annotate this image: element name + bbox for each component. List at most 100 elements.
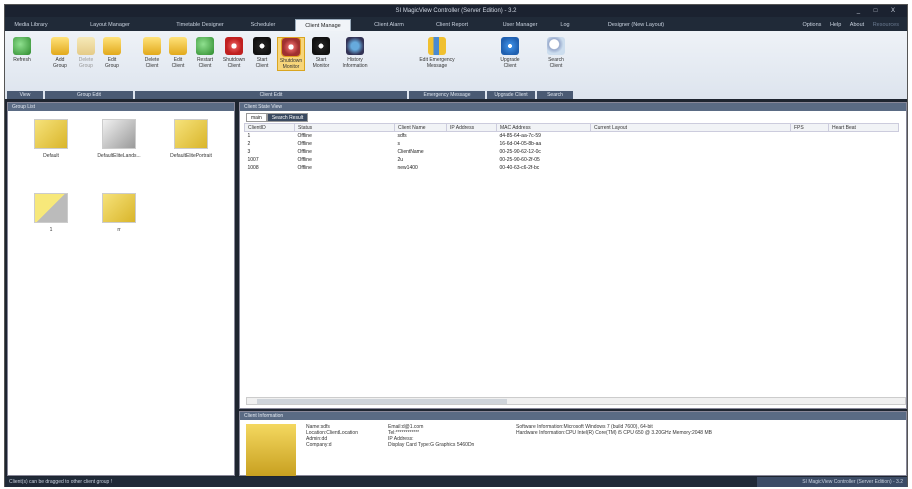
- delete-client-button[interactable]: Delete Client: [141, 37, 163, 69]
- table-header-row: ClientID Status Client Name IP Address M…: [244, 123, 899, 132]
- help-menu[interactable]: Help: [830, 22, 841, 28]
- folder-icon: [34, 119, 68, 149]
- folder-icon: [34, 193, 68, 223]
- history-information-button[interactable]: History Information: [337, 37, 373, 69]
- col-status[interactable]: Status: [294, 123, 395, 132]
- tab-user-manager[interactable]: User Manager: [495, 19, 545, 31]
- client-table: ClientID Status Client Name IP Address M…: [244, 123, 899, 172]
- client-info-col3: Software Information:Microsoft Windows 7…: [516, 424, 712, 436]
- group-label-search: Search: [537, 91, 573, 99]
- shutdown-client-icon: [225, 37, 243, 55]
- horizontal-scrollbar[interactable]: [246, 397, 906, 405]
- start-monitor-button[interactable]: Start Monitor: [309, 37, 333, 69]
- client-info-col1: Name:sdfs Location:ClientLocation Admin:…: [306, 424, 358, 448]
- restart-client-button[interactable]: Restart Client: [193, 37, 217, 69]
- table-row[interactable]: 3 Offline ClientName 00-25-90-62-12-0c: [245, 148, 899, 156]
- client-state-view-title: Client State View: [240, 103, 906, 111]
- scrollbar-thumb[interactable]: [257, 399, 507, 404]
- group-item-1[interactable]: 1: [20, 193, 82, 233]
- window-controls[interactable]: _ □ X: [857, 5, 901, 17]
- app-window: SI MagicView Controller (Server Edition)…: [4, 4, 908, 487]
- tab-scheduler[interactable]: Scheduler: [243, 19, 283, 31]
- client-information-title: Client Information: [240, 412, 906, 420]
- tab-media-library[interactable]: Media Library: [7, 19, 55, 31]
- group-label-client-edit: Client Edit: [135, 91, 407, 99]
- folder-icon: [102, 119, 136, 149]
- refresh-icon: [13, 37, 31, 55]
- table-row[interactable]: 1 Offline sdfs d4-85-64-aa-7c-59: [245, 132, 899, 140]
- col-current-layout[interactable]: Current Layout: [590, 123, 791, 132]
- resources-menu[interactable]: Resources: [873, 22, 899, 28]
- table-row[interactable]: 1008 Offline new1400 00-40-63-c6-2f-bc: [245, 164, 899, 172]
- col-fps[interactable]: FPS: [790, 123, 829, 132]
- tab-layout-manager[interactable]: Layout Manager: [85, 19, 135, 31]
- add-group-button[interactable]: Add Group: [49, 37, 71, 69]
- tab-client-report[interactable]: Client Report: [429, 19, 475, 31]
- tab-search-result[interactable]: Search Result: [266, 113, 309, 122]
- group-label-group-edit: Group Edit: [45, 91, 133, 99]
- group-item-default-elite-portrait[interactable]: DefaultElitePortrait: [160, 119, 222, 159]
- tab-timetable-designer[interactable]: Timetable Designer: [165, 19, 235, 31]
- status-app-name: SI MagicView Controller (Server Edition)…: [757, 477, 907, 487]
- client-warning-image: [246, 424, 296, 476]
- group-label-view: View: [7, 91, 43, 99]
- history-icon: [346, 37, 364, 55]
- edit-client-button[interactable]: Edit Client: [167, 37, 189, 69]
- edit-group-button[interactable]: Edit Group: [101, 37, 123, 69]
- table-row[interactable]: 2 Offline s 16-6d-04-05-8b-aa: [245, 140, 899, 148]
- group-list-panel: Group List Default DefaultEliteLands... …: [7, 102, 235, 476]
- start-monitor-icon: [312, 37, 330, 55]
- title-bar: SI MagicView Controller (Server Edition)…: [5, 5, 907, 17]
- col-heart-beat[interactable]: Heart Beat: [828, 123, 899, 132]
- shutdown-monitor-button[interactable]: Shutdown Monitor: [277, 37, 305, 71]
- group-list-title: Group List: [8, 103, 234, 111]
- add-group-icon: [51, 37, 69, 55]
- client-state-view-panel: Client State View main Search Result Clie…: [239, 102, 907, 409]
- about-menu[interactable]: About: [850, 22, 864, 28]
- emergency-message-icon: [428, 37, 446, 55]
- right-menu: Options Help About Resources: [795, 19, 899, 31]
- search-client-button[interactable]: Search Client: [543, 37, 569, 69]
- edit-group-icon: [103, 37, 121, 55]
- status-bar: Client(s) can be dragged to other client…: [5, 477, 907, 487]
- tab-log[interactable]: Log: [555, 19, 575, 31]
- group-label-upgrade-client: Upgrade Client: [487, 91, 535, 99]
- grid-tabs: main Search Result: [246, 113, 309, 122]
- search-client-icon: [547, 37, 565, 55]
- status-message: Client(s) can be dragged to other client…: [9, 479, 113, 485]
- folder-icon: [102, 193, 136, 223]
- tab-client-manage[interactable]: Client Manage: [295, 19, 351, 31]
- upgrade-client-button[interactable]: Upgrade Client: [495, 37, 525, 69]
- col-mac-address[interactable]: MAC Address: [496, 123, 591, 132]
- ribbon: Refresh Add Group Delete Group Edit Grou…: [5, 31, 907, 99]
- edit-emergency-message-button[interactable]: Edit Emergency Message: [415, 37, 459, 69]
- start-client-icon: [253, 37, 271, 55]
- client-information-panel: Client Information Name:sdfs Location:Cl…: [239, 411, 907, 476]
- col-client-name[interactable]: Client Name: [394, 123, 447, 132]
- group-item-default[interactable]: Default: [20, 119, 82, 159]
- col-client-id[interactable]: ClientID: [244, 123, 295, 132]
- options-menu[interactable]: Options: [802, 22, 821, 28]
- tab-main[interactable]: main: [246, 113, 267, 122]
- refresh-button[interactable]: Refresh: [11, 37, 33, 63]
- table-row[interactable]: 1007 Offline 2u 00-25-90-60-2f-05: [245, 156, 899, 164]
- group-item-rr[interactable]: rr: [88, 193, 150, 233]
- group-item-default-elite-landscape[interactable]: DefaultEliteLands...: [88, 119, 150, 159]
- shutdown-client-button[interactable]: Shutdown Client: [221, 37, 247, 69]
- main-tab-bar: Media Library Layout Manager Timetable D…: [5, 17, 907, 31]
- restart-client-icon: [196, 37, 214, 55]
- tab-designer-new-layout[interactable]: Designer (New Layout): [595, 19, 677, 31]
- start-client-button[interactable]: Start Client: [251, 37, 273, 69]
- group-label-emergency-message: Emergency Message: [409, 91, 485, 99]
- tab-client-alarm[interactable]: Client Alarm: [367, 19, 411, 31]
- edit-client-icon: [169, 37, 187, 55]
- upgrade-client-icon: [501, 37, 519, 55]
- delete-group-icon: [77, 37, 95, 55]
- window-title: SI MagicView Controller (Server Edition)…: [395, 8, 517, 14]
- col-ip-address[interactable]: IP Address: [446, 123, 497, 132]
- delete-group-button[interactable]: Delete Group: [75, 37, 97, 69]
- client-info-col2: Email:d@1.com Tel:************ IP Addres…: [388, 424, 475, 448]
- shutdown-monitor-icon: [281, 37, 301, 57]
- folder-icon: [174, 119, 208, 149]
- delete-client-icon: [143, 37, 161, 55]
